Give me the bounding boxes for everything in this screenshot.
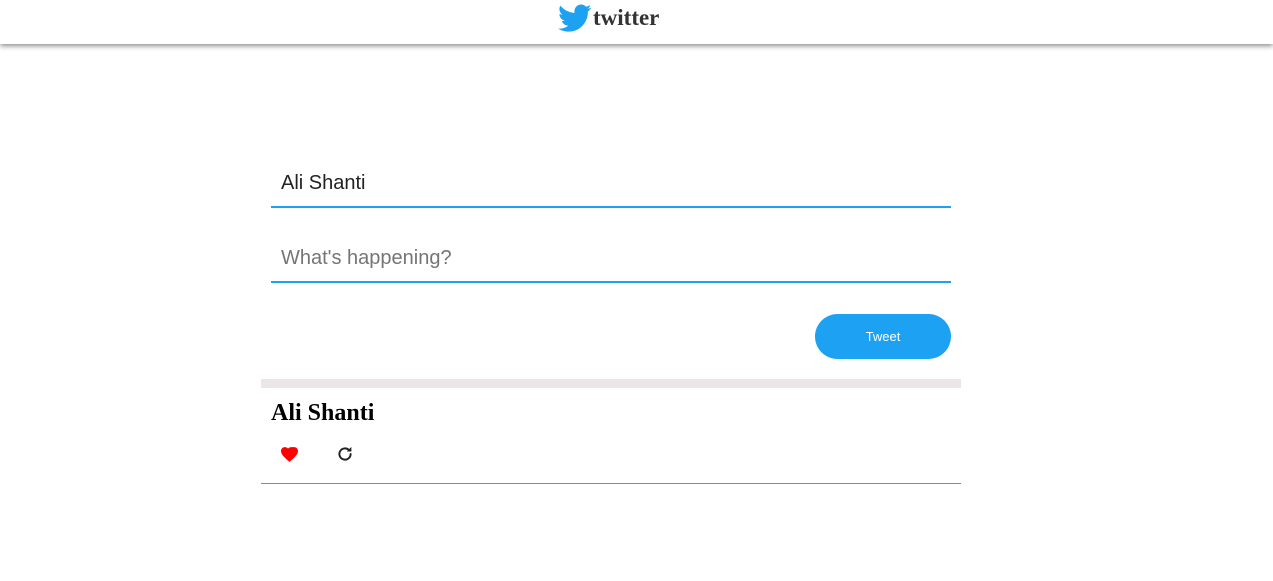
twitter-bird-icon	[558, 3, 592, 32]
feed-divider	[261, 379, 961, 388]
retweet-button[interactable]	[335, 444, 355, 464]
message-input[interactable]	[271, 235, 951, 283]
like-button[interactable]	[279, 444, 299, 464]
tweet-composer	[271, 160, 951, 283]
brand-name: twitter	[593, 5, 660, 30]
name-input[interactable]	[271, 160, 951, 208]
tweet-item: Ali Shanti	[261, 388, 961, 484]
tweet-button[interactable]: Tweet	[815, 314, 951, 359]
brand-logo[interactable]: twitter	[558, 2, 659, 34]
heart-icon	[280, 446, 298, 462]
tweet-author: Ali Shanti	[271, 400, 375, 426]
refresh-icon	[338, 446, 352, 461]
top-header: twitter	[0, 0, 1273, 44]
